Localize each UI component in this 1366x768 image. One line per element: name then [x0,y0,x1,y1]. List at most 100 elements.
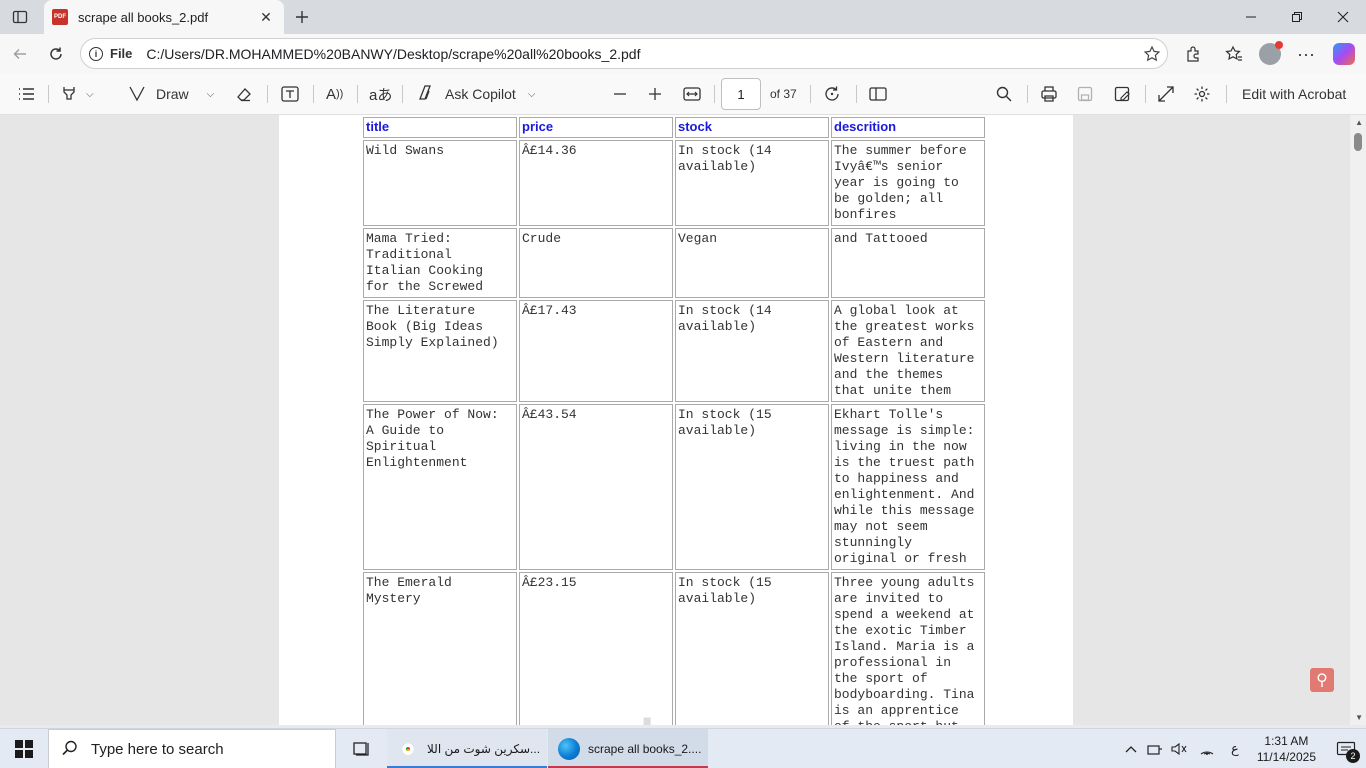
input-language[interactable]: ع [1223,737,1247,761]
volume-icon[interactable] [1167,737,1191,761]
pdf-favicon-icon: PDF [52,9,68,25]
cell-title: The Power of Now: A Guide to Spiritual E… [363,404,517,570]
books-table: title price stock descrition Wild Swans … [361,115,987,725]
pdf-page: title price stock descrition Wild Swans … [279,115,1073,725]
cell-title: Mama Tried: Traditional Italian Cooking … [363,228,517,298]
tab-strip: PDF scrape all books_2.pdf ✕ [0,0,1366,34]
table-row: The Power of Now: A Guide to Spiritual E… [363,404,985,570]
star-icon[interactable] [1137,45,1167,63]
address-bar-row: i File C:/Users/DR.MOHAMMED%20BANWY/Desk… [0,34,1366,74]
restore-icon[interactable] [1274,0,1320,34]
fit-width-icon[interactable] [682,80,702,108]
sidebar-icon[interactable] [6,4,34,30]
cell-title: The Literature Book (Big Ideas Simply Ex… [363,300,517,402]
cell-price: Â£14.36 [519,140,673,226]
notification-dot [1275,41,1283,49]
zoom-out-icon[interactable] [612,80,628,108]
date: 11/14/2025 [1256,750,1316,764]
fullscreen-icon[interactable] [1157,80,1175,108]
save-as-icon[interactable] [1113,80,1131,108]
header-description: descrition [831,117,985,138]
page-view-icon[interactable] [868,80,888,108]
omnibox[interactable]: i File C:/Users/DR.MOHAMMED%20BANWY/Desk… [80,38,1168,69]
favorites-icon[interactable] [1218,39,1250,69]
notification-badge: 2 [1346,749,1360,763]
settings-icon[interactable] [1193,80,1211,108]
tab-close-icon[interactable]: ✕ [256,7,276,27]
scroll-down-icon[interactable]: ▼ [1355,713,1363,722]
cell-description: The summer before Ivyâ€™s senior year is… [831,140,985,226]
search-icon[interactable] [995,80,1013,108]
draw-icon [128,84,146,105]
cell-stock: In stock (15 available) [675,404,829,570]
vertical-scrollbar[interactable]: ▲ ▼ [1350,115,1366,725]
profile-button[interactable] [1254,39,1286,69]
url-text[interactable]: C:/Users/DR.MOHAMMED%20BANWY/Desktop/scr… [146,46,1137,62]
header-stock: stock [675,117,829,138]
table-row: The Emerald Mystery Â£23.15 In stock (15… [363,572,985,725]
wifi-icon[interactable] [1195,737,1219,761]
table-row: The Literature Book (Big Ideas Simply Ex… [363,300,985,402]
cell-description: Ekhart Tolle's message is simple: living… [831,404,985,570]
extensions-icon[interactable] [1177,39,1209,69]
scroll-thumb[interactable] [1354,133,1362,151]
site-info-chip[interactable]: i File [89,46,146,61]
cell-description: Three young adults are invited to spend … [831,572,985,725]
page-total-label: of 37 [770,87,797,101]
copilot-icon[interactable] [1328,39,1360,69]
menu-icon[interactable]: ··· [1290,39,1322,69]
page-number-input[interactable]: 1 [721,78,761,110]
back-icon[interactable] [5,39,35,69]
cell-title: Wild Swans [363,140,517,226]
cell-stock: In stock (14 available) [675,300,829,402]
active-tab[interactable]: PDF scrape all books_2.pdf ✕ [44,0,284,34]
chevron-down-icon: ⌵ [527,88,536,100]
zoom-in-icon[interactable] [647,80,663,108]
cell-stock: In stock (14 available) [675,140,829,226]
header-price: price [519,117,673,138]
ask-copilot-button[interactable]: Ask Copilot ⌵ [416,80,535,108]
minimize-icon[interactable] [1228,0,1274,34]
draw-button[interactable]: Draw ⌵ [128,80,214,108]
eraser-icon[interactable] [235,80,253,108]
highlight-button[interactable]: ⌵ [60,80,94,108]
pdf-viewer[interactable]: title price stock descrition Wild Swans … [0,115,1366,725]
time: 1:31 AM [1264,734,1309,748]
file-label: File [110,46,133,61]
avatar [1259,41,1283,65]
notification-icon[interactable]: 2 [1326,729,1366,768]
scroll-up-icon[interactable]: ▲ [1355,118,1363,127]
copilot-outline-icon [416,84,436,105]
search-placeholder: Type here to search [91,740,224,758]
print-icon[interactable] [1040,80,1058,108]
text-icon[interactable] [280,80,300,108]
acrobat-icon[interactable]: ⚲ [1310,668,1334,692]
taskbar-app-chrome[interactable]: سكرين شوت من اللا... [387,729,547,768]
draw-label: Draw [156,86,189,102]
contents-icon[interactable] [16,80,36,108]
task-view-icon[interactable] [342,729,380,768]
cell-price: Â£17.43 [519,300,673,402]
taskbar: Type here to search سكرين شوت من اللا...… [0,728,1366,768]
clock[interactable]: 1:31 AM 11/14/2025 [1247,733,1326,765]
translate-icon[interactable]: aあ [369,80,392,108]
info-icon: i [89,46,103,61]
taskbar-app-edge[interactable]: scrape all books_2.... [548,729,708,768]
windows-icon[interactable] [0,729,48,768]
app-label: scrape all books_2.... [588,742,702,756]
rotate-icon[interactable] [823,80,841,108]
refresh-icon[interactable] [41,39,71,69]
close-icon[interactable] [1320,0,1366,34]
highlight-icon [60,84,78,105]
new-tab-icon[interactable] [288,4,316,30]
system-tray: ع 1:31 AM 11/14/2025 2 [1119,729,1366,768]
chevron-up-icon[interactable] [1119,737,1143,761]
taskbar-search[interactable]: Type here to search [48,729,336,768]
save-icon[interactable] [1076,80,1094,108]
edit-with-acrobat-button[interactable]: Edit with Acrobat [1242,80,1346,108]
cell-price: Â£23.15 [519,572,673,725]
app-label: سكرين شوت من اللا... [427,742,541,756]
search-icon [61,739,79,760]
network-icon[interactable] [1143,737,1167,761]
read-aloud-icon[interactable]: A)) [326,80,343,108]
